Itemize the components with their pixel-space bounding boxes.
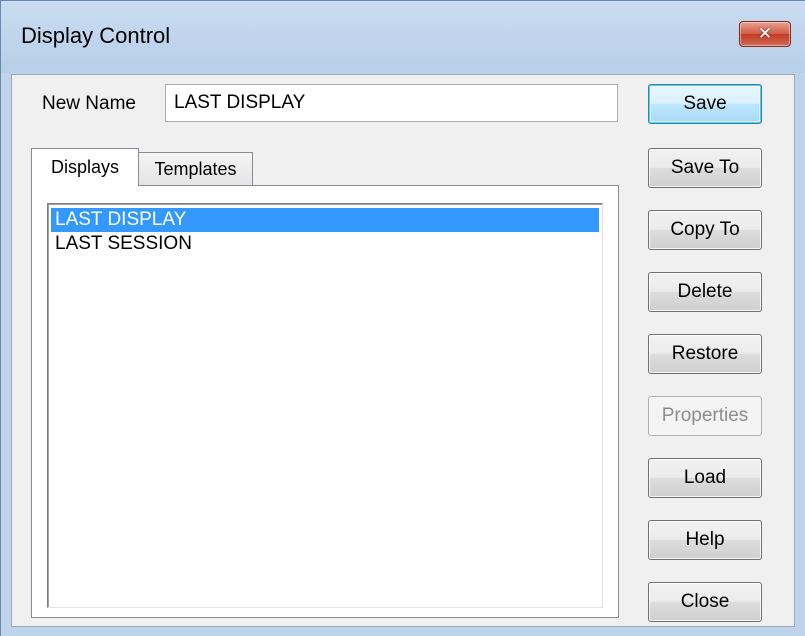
tab-templates-label: Templates <box>154 159 237 179</box>
display-control-window: Display Control ✕ New Name Displays Temp… <box>0 0 805 636</box>
close-button[interactable]: Close <box>648 582 762 622</box>
restore-button[interactable]: Restore <box>648 334 762 374</box>
properties-button[interactable]: Properties <box>648 396 762 436</box>
dialog-body: New Name Displays Templates LAST DISPLAY… <box>11 74 795 627</box>
list-item[interactable]: LAST SESSION <box>51 232 599 256</box>
list-item[interactable]: LAST DISPLAY <box>51 208 599 232</box>
help-button[interactable]: Help <box>648 520 762 560</box>
copy-to-button[interactable]: Copy To <box>648 210 762 250</box>
displays-tab-panel: LAST DISPLAY LAST SESSION <box>31 185 619 618</box>
delete-button[interactable]: Delete <box>648 272 762 312</box>
save-button[interactable]: Save <box>648 84 762 124</box>
tab-displays-label: Displays <box>50 157 120 177</box>
window-close-button[interactable]: ✕ <box>739 21 791 47</box>
new-name-input[interactable] <box>165 84 618 122</box>
load-button[interactable]: Load <box>648 458 762 498</box>
tab-displays[interactable]: Displays <box>31 148 139 186</box>
window-title: Display Control <box>21 23 171 48</box>
save-to-button[interactable]: Save To <box>648 148 762 188</box>
new-name-label: New Name <box>42 93 136 114</box>
tab-templates[interactable]: Templates <box>139 152 253 186</box>
title-bar[interactable]: Display Control ✕ <box>1 1 805 73</box>
displays-listbox[interactable]: LAST DISPLAY LAST SESSION <box>47 203 603 608</box>
close-icon: ✕ <box>757 24 773 44</box>
